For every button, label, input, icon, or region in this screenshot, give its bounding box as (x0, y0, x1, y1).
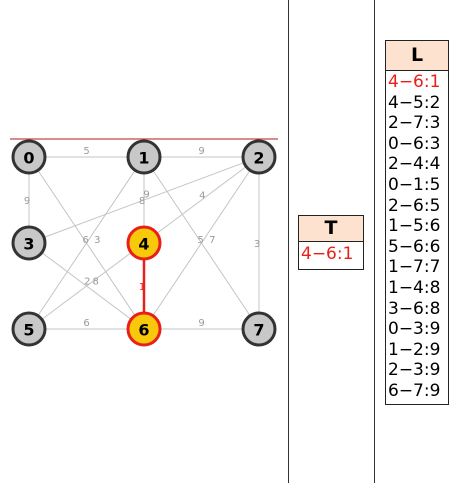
edge-weight-4-6: 1 (139, 282, 145, 293)
divider-right (374, 0, 375, 483)
table-L-row: 4−5:2 (388, 92, 441, 113)
table-L-row: 2−3:9 (388, 360, 441, 381)
node-4: 4 (126, 225, 162, 261)
node-3: 3 (11, 225, 47, 261)
edge-weight-5-6: 6 (83, 318, 89, 329)
edge-weight-1-2: 9 (198, 146, 204, 157)
table-L-row: 2−7:3 (388, 113, 441, 134)
node-7: 7 (241, 311, 277, 347)
table-T: T 4−6:1 (298, 215, 364, 270)
edge-weight-0-3: 9 (24, 196, 30, 207)
edge-weight-4-5: 2 (84, 276, 90, 287)
edge-weight-6-7: 9 (198, 318, 204, 329)
node-label-2: 2 (253, 149, 264, 168)
node-6: 6 (126, 311, 162, 347)
node-5: 5 (11, 311, 47, 347)
table-T-title: T (299, 216, 363, 242)
table-L-row: 5−6:6 (388, 236, 441, 257)
table-L-row: 1−2:9 (388, 339, 441, 360)
table-L-row: 1−5:6 (388, 216, 441, 237)
table-L-row: 0−3:9 (388, 319, 441, 340)
table-L-row: 1−4:8 (388, 277, 441, 298)
edge-weight-2-4: 4 (199, 190, 205, 201)
node-label-5: 5 (23, 321, 34, 340)
table-L-title: L (386, 41, 448, 71)
table-L-row: 2−6:5 (388, 195, 441, 216)
table-T-rows: 4−6:1 (299, 242, 363, 269)
table-L-row: 3−6:8 (388, 298, 441, 319)
edge-weight-1-7: 7 (209, 235, 215, 246)
table-L: L 4−6:1 4−5:2 2−7:3 0−6:3 2−4:4 0−1:5 2−6:5 1−5… (385, 40, 449, 405)
node-label-4: 4 (138, 235, 149, 254)
node-label-3: 3 (23, 235, 34, 254)
table-L-row: 0−6:3 (388, 133, 441, 154)
node-label-6: 6 (138, 321, 149, 340)
node-label-1: 1 (138, 149, 149, 168)
table-L-row: 2−4:4 (388, 154, 441, 175)
graph-diagram: 5 99386 79 45 38216 9 0 1 23 45 6 7 (10, 138, 278, 347)
nodes-layer: 0 1 2 3 4 5 6 7 (11, 139, 277, 347)
table-L-row: 1−7:7 (388, 257, 441, 278)
edge-weight-0-6: 3 (94, 235, 100, 246)
edge-weight-3-6: 8 (93, 276, 99, 287)
table-T-row: 4−6:1 (301, 244, 354, 264)
node-0: 0 (11, 139, 47, 175)
table-L-row: 4−6:1 (388, 72, 441, 92)
divider-left (288, 0, 289, 483)
edge-weight-1-5: 6 (82, 235, 88, 246)
table-L-rows: 4−6:1 4−5:2 2−7:3 0−6:3 2−4:4 0−1:5 2−6:5 1−5:6… (386, 71, 448, 404)
edge-weight-2-3: 9 (143, 189, 149, 200)
edge-weight-2-6: 5 (197, 235, 203, 246)
node-2: 2 (241, 139, 277, 175)
table-L-row: 0−1:5 (388, 174, 441, 195)
node-label-7: 7 (253, 321, 264, 340)
edge-weight-2-7: 3 (254, 239, 260, 250)
edge-weight-0-1: 5 (83, 146, 89, 157)
node-label-0: 0 (23, 149, 34, 168)
node-1: 1 (126, 139, 162, 175)
table-L-row: 6−7:9 (388, 380, 441, 401)
